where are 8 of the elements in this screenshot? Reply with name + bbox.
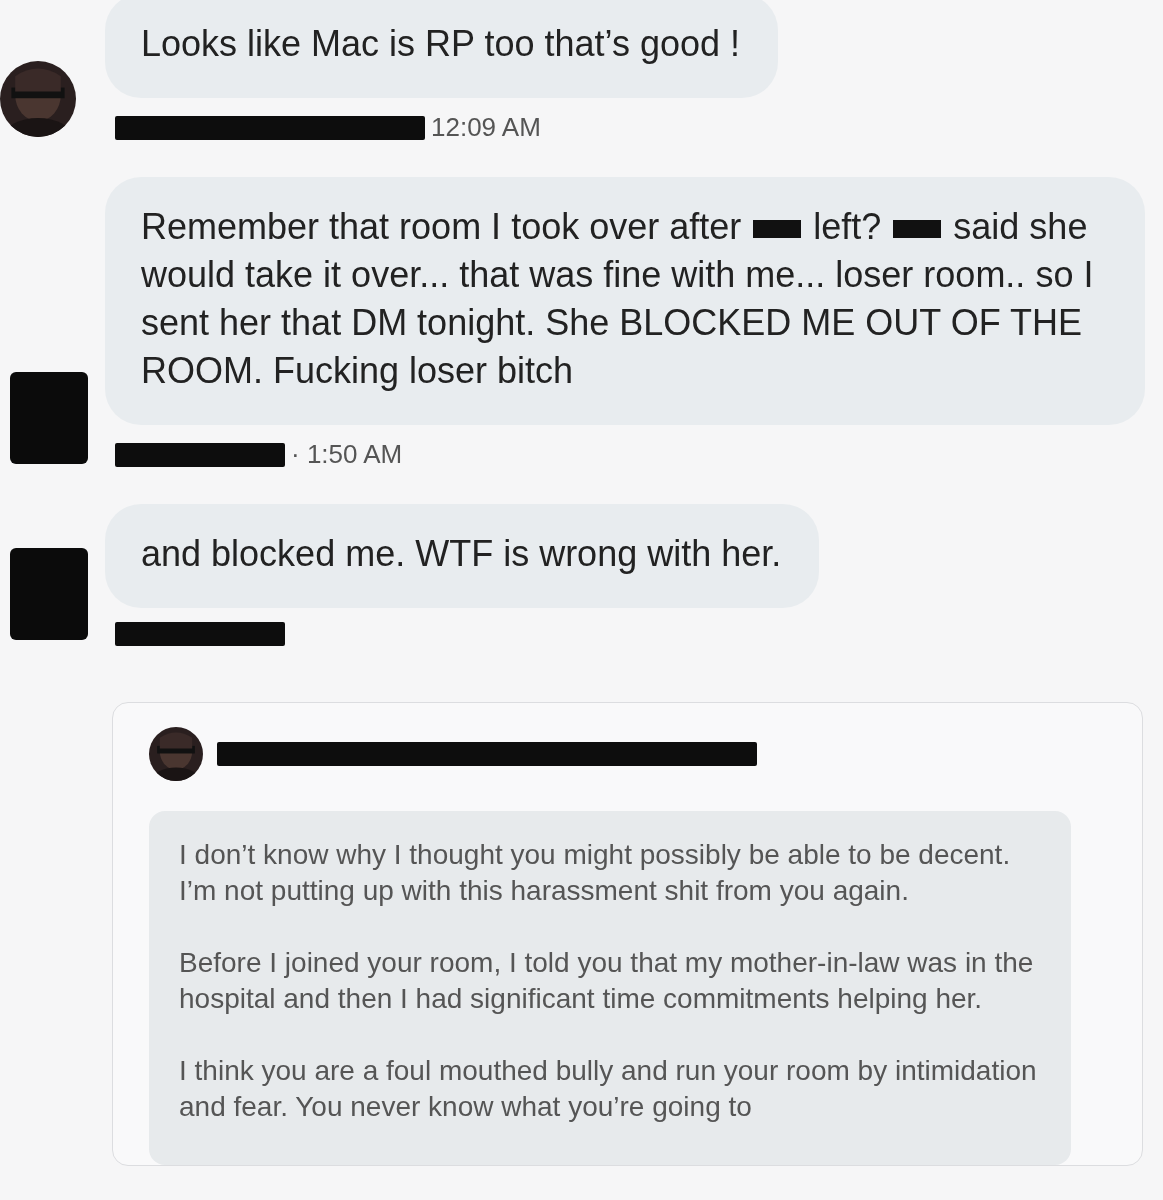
timestamp: 12:09 AM bbox=[431, 112, 541, 143]
message-paragraph: Before I joined your room, I told you that my mother-in-law was in the hospital and then I had significant time commitments helping her. bbox=[179, 946, 1035, 1016]
message-paragraph: I think you are a foul mouthed bully and run your room by intimidation and fear. You never know what you’re going to bbox=[179, 1054, 1038, 1124]
message-bubble: Remember that room I took over after left? said she would take it over... that was fine with me... loser room.. so I sent her that DM tonight. She BLOCKED ME OUT OF THE ROOM. Fucking loser bitch bbox=[105, 177, 1145, 425]
message-paragraph: I don’t know why I thought you might possibly be able to be decent. I’m not putting up with this harassment shit from you again. bbox=[179, 838, 1012, 908]
message-bubble: and blocked me. WTF is wrong with her. bbox=[105, 504, 820, 608]
timestamp: · 1:50 AM bbox=[291, 439, 403, 470]
message-bubble: Looks like Mac is RP too that’s good ! bbox=[105, 0, 778, 98]
